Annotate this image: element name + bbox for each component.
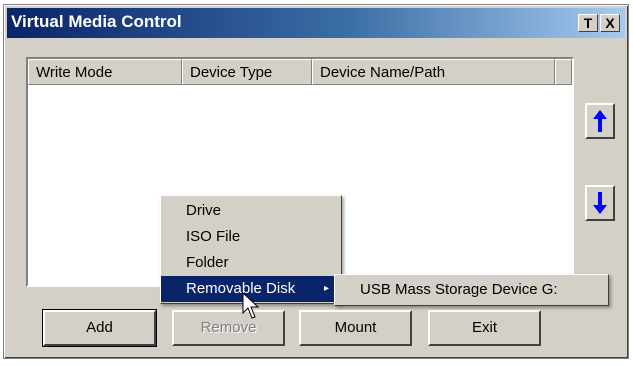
column-filler xyxy=(555,59,572,85)
menu-item-folder[interactable]: Folder xyxy=(161,250,341,276)
mouse-cursor-icon xyxy=(242,292,260,319)
exit-button[interactable]: Exit xyxy=(428,310,541,346)
up-arrow-icon xyxy=(593,110,607,132)
column-device-name-path[interactable]: Device Name/Path xyxy=(312,59,555,85)
menu-item-removable-disk-label: Removable Disk xyxy=(186,280,296,297)
submenu-item-usb-storage[interactable]: USB Mass Storage Device G: xyxy=(335,277,608,303)
move-down-button[interactable] xyxy=(585,185,615,221)
window-title: Virtual Media Control xyxy=(11,12,182,31)
submenu-arrow-icon: ▸ xyxy=(323,283,329,294)
close-button[interactable]: X xyxy=(600,14,620,32)
add-button[interactable]: Add xyxy=(42,309,157,347)
add-context-menu: Drive ISO File Folder Removable Disk ▸ xyxy=(160,195,342,304)
menu-item-drive[interactable]: Drive xyxy=(161,198,341,224)
column-device-type[interactable]: Device Type xyxy=(182,59,312,85)
title-t-button[interactable]: T xyxy=(578,14,598,32)
menu-item-iso-file[interactable]: ISO File xyxy=(161,224,341,250)
title-bar[interactable]: Virtual Media Control T X xyxy=(7,8,625,38)
down-arrow-icon xyxy=(593,192,607,214)
removable-disk-submenu: USB Mass Storage Device G: xyxy=(334,274,609,306)
move-up-button[interactable] xyxy=(585,103,615,139)
mount-button[interactable]: Mount xyxy=(299,310,412,346)
list-header: Write Mode Device Type Device Name/Path xyxy=(28,59,572,85)
remove-button[interactable]: Remove xyxy=(172,310,285,346)
column-write-mode[interactable]: Write Mode xyxy=(28,59,182,85)
